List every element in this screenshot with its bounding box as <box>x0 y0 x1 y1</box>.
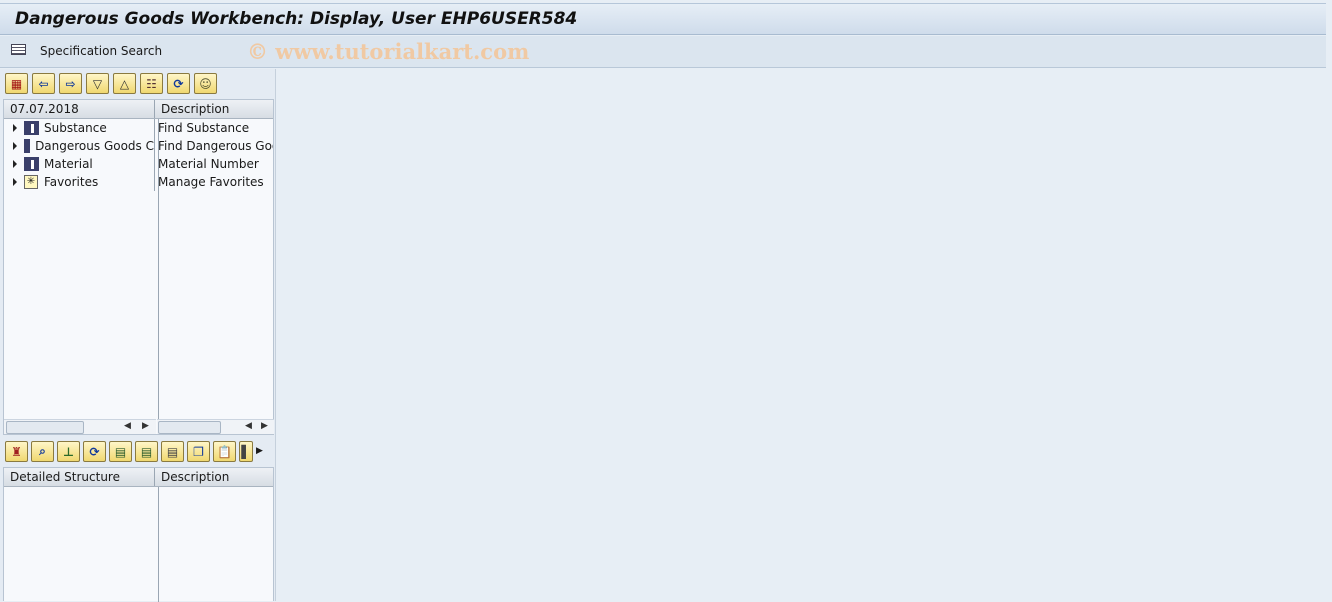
tree-label: Substance <box>44 121 107 135</box>
detail-icon[interactable]: ☷ <box>140 73 163 94</box>
column-header-detailed-structure[interactable]: Detailed Structure <box>4 468 155 486</box>
hierarchy-icon[interactable]: ⊥ <box>57 441 80 462</box>
tree-row-substance[interactable]: Substance Find Substance <box>4 119 273 137</box>
refresh-icon[interactable]: ⟳ <box>167 73 190 94</box>
document-icon[interactable]: ▤ <box>161 441 184 462</box>
tree-label: Material <box>44 157 93 171</box>
tree-label: Favorites <box>44 175 99 189</box>
arrow-left-icon[interactable]: ⇦ <box>32 73 55 94</box>
application-toolbar: Specification Search © www.tutorialkart.… <box>0 36 1326 68</box>
collapse-icon[interactable]: △ <box>113 73 136 94</box>
calendar-icon[interactable]: ▦ <box>5 73 28 94</box>
binoculars-icon <box>24 121 39 135</box>
tree-description: Find Dangerous Good <box>158 139 273 153</box>
structure-toolbar: ♜ ⌕ ⊥ ⟳ ▤ ▤ ▤ ❐ 📋 ▌ ▶ <box>5 441 263 462</box>
left-panel: ▦ ⇦ ⇨ ▽ △ ☷ ⟳ ☺ 07.07.2018 Description Su… <box>0 69 276 602</box>
binoculars-icon <box>24 139 31 153</box>
tree-row-dangerous-goods[interactable]: Dangerous Goods C Find Dangerous Good <box>4 137 273 155</box>
tree-description: Material Number <box>158 157 259 171</box>
toolbar-overflow-arrow-icon[interactable]: ▶ <box>256 446 263 462</box>
column-header-description[interactable]: Description <box>155 468 273 486</box>
horizontal-scrollbar-col1[interactable]: ◀ ▶ <box>4 419 156 434</box>
copy-icon[interactable]: ❐ <box>187 441 210 462</box>
tree-description: Manage Favorites <box>158 175 264 189</box>
paste-icon[interactable]: 📋 <box>213 441 236 462</box>
binoculars-icon <box>24 157 39 171</box>
hat-icon[interactable]: ♜ <box>5 441 28 462</box>
tree-grid: 07.07.2018 Description Substance Find Subs… <box>3 99 274 435</box>
tree-label: Dangerous Goods C <box>35 139 154 153</box>
arrow-right-icon[interactable]: ⇨ <box>59 73 82 94</box>
expand-arrow-icon[interactable] <box>13 124 17 132</box>
expand-arrow-icon[interactable] <box>13 178 17 186</box>
tree-description: Find Substance <box>158 121 250 135</box>
title-bar: Dangerous Goods Workbench: Display, User… <box>0 3 1326 35</box>
expand-arrow-icon[interactable] <box>13 160 17 168</box>
column-header-date[interactable]: 07.07.2018 <box>4 100 155 118</box>
tree-toolbar: ▦ ⇦ ⇨ ▽ △ ☷ ⟳ ☺ <box>5 73 217 94</box>
list-icon[interactable] <box>11 44 26 55</box>
watermark: © www.tutorialkart.com <box>247 39 530 64</box>
expand-arrow-icon[interactable] <box>13 142 17 150</box>
expand-icon[interactable]: ▽ <box>86 73 109 94</box>
refresh-icon[interactable]: ⟳ <box>83 441 106 462</box>
tree-row-favorites[interactable]: ✳ Favorites Manage Favorites <box>4 173 273 191</box>
specification-search-button[interactable]: Specification Search <box>40 44 162 58</box>
list-edit2-icon[interactable]: ▤ <box>135 441 158 462</box>
favorites-icon: ✳ <box>24 175 38 189</box>
search-icon[interactable]: ⌕ <box>31 441 54 462</box>
tree-row-material[interactable]: Material Material Number <box>4 155 273 173</box>
column-header-description[interactable]: Description <box>155 100 273 118</box>
structure-grid: Detailed Structure Description <box>3 467 274 602</box>
window-title: Dangerous Goods Workbench: Display, User… <box>15 9 578 29</box>
users-icon[interactable]: ☺ <box>194 73 217 94</box>
list-edit-icon[interactable]: ▤ <box>109 441 132 462</box>
horizontal-scrollbar-col2[interactable]: ◀ ▶ <box>157 419 274 434</box>
more-icon[interactable]: ▌ <box>239 441 253 462</box>
